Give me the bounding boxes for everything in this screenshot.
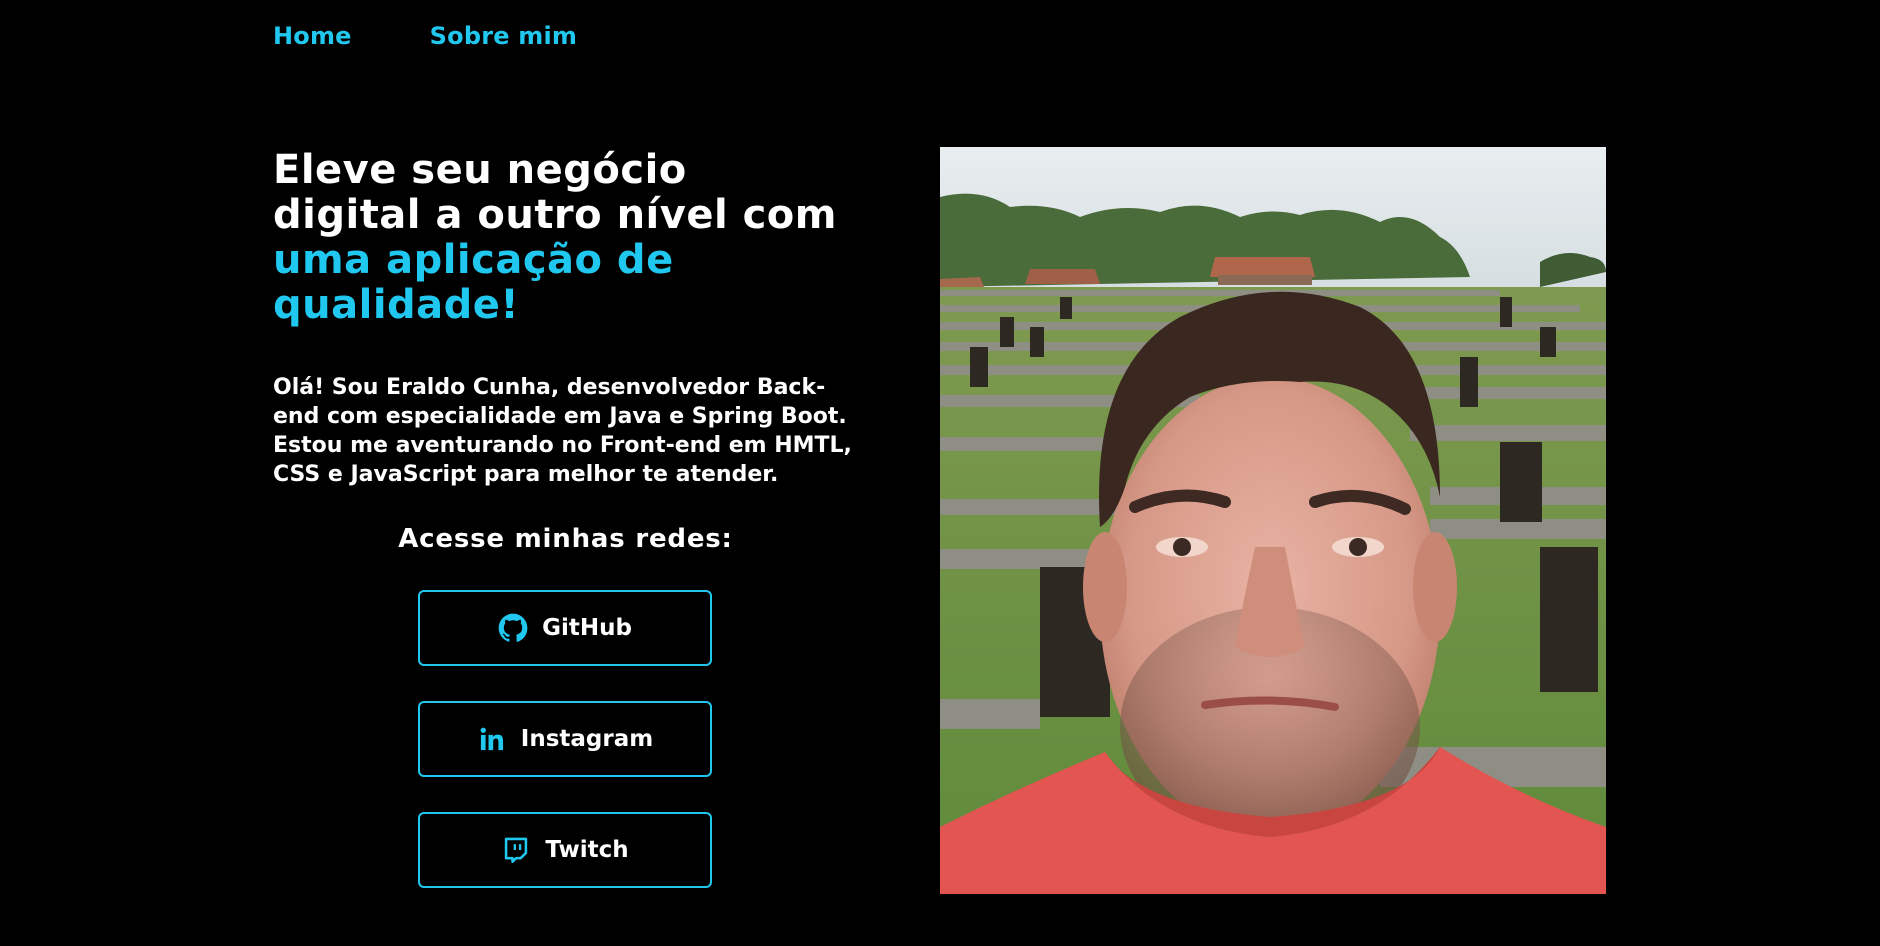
profile-photo: [940, 147, 1606, 894]
twitch-label: Twitch: [545, 837, 629, 863]
hero-headline: Eleve seu negócio digital a outro nível …: [273, 148, 893, 328]
intro-paragraph: Olá! Sou Eraldo Cunha, desenvolvedor Bac…: [273, 373, 873, 489]
page: Home Sobre mim Eleve seu negócio digital…: [0, 0, 1880, 946]
instagram-label: Instagram: [520, 726, 654, 752]
github-icon: [498, 613, 528, 643]
intro-line-2: end com especialidade em Java e Spring B…: [273, 404, 847, 429]
linkedin-icon: [477, 724, 507, 754]
instagram-button[interactable]: Instagram: [418, 701, 712, 777]
intro-line-4: CSS e JavaScript para melhor te atender.: [273, 462, 779, 487]
headline-accent-line-1: uma aplicação de: [273, 237, 674, 283]
twitch-icon: [501, 835, 531, 865]
headline-accent-line-2: qualidade!: [273, 282, 520, 328]
headline-line-1: Eleve seu negócio: [273, 147, 687, 193]
intro-line-1: Olá! Sou Eraldo Cunha, desenvolvedor Bac…: [273, 375, 826, 400]
top-nav: Home Sobre mim: [273, 22, 577, 50]
github-button[interactable]: GitHub: [418, 590, 712, 666]
twitch-button[interactable]: Twitch: [418, 812, 712, 888]
nav-link-home[interactable]: Home: [273, 22, 352, 50]
github-label: GitHub: [542, 615, 632, 641]
nav-link-about[interactable]: Sobre mim: [430, 22, 577, 50]
social-title: Acesse minhas redes:: [398, 524, 733, 554]
intro-line-3: Estou me aventurando no Front-end em HMT…: [273, 433, 852, 458]
headline-line-2: digital a outro nível com: [273, 192, 837, 238]
